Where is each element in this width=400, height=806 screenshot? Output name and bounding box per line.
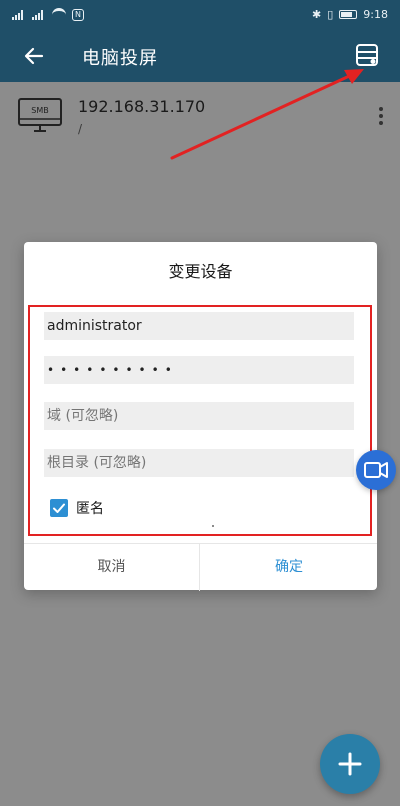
domain-field[interactable] bbox=[44, 402, 354, 430]
anonymous-label: 匿名 bbox=[76, 501, 104, 517]
battery-icon bbox=[339, 10, 358, 19]
status-bar: N ✱ ▯ 9:18 bbox=[0, 0, 400, 30]
video-camera-icon bbox=[364, 462, 388, 478]
plus-icon bbox=[338, 752, 362, 776]
more-vert-icon[interactable] bbox=[376, 104, 386, 128]
device-path: / bbox=[78, 122, 83, 136]
password-field[interactable] bbox=[44, 356, 354, 384]
signal-icon-2 bbox=[32, 9, 46, 20]
root-directory-field[interactable] bbox=[44, 449, 354, 477]
confirm-button[interactable]: 确定 bbox=[201, 544, 377, 591]
app-bar: 电脑投屏 bbox=[0, 30, 400, 82]
nfc-icon: N bbox=[72, 8, 84, 21]
device-list-item[interactable]: SMB 192.168.31.170 / bbox=[0, 82, 400, 152]
dialog-buttons: 取消 确定 bbox=[24, 543, 377, 591]
smb-monitor-icon: SMB bbox=[18, 98, 62, 132]
vibrate-icon: ▯ bbox=[327, 8, 334, 21]
status-bar-left: N bbox=[12, 8, 84, 21]
cancel-button[interactable]: 取消 bbox=[24, 544, 200, 591]
status-bar-right: ✱ ▯ 9:18 bbox=[312, 8, 388, 21]
device-host: 192.168.31.170 bbox=[78, 97, 206, 116]
change-device-dialog: 变更设备 匿名 取消 确定 bbox=[24, 242, 377, 591]
smb-label: SMB bbox=[31, 106, 48, 115]
signal-icon bbox=[12, 9, 26, 20]
username-field[interactable] bbox=[44, 312, 354, 340]
wifi-icon bbox=[52, 8, 66, 21]
dialog-title: 变更设备 bbox=[168, 262, 233, 281]
page-title: 电脑投屏 bbox=[82, 48, 158, 69]
check-icon bbox=[53, 503, 65, 513]
anonymous-option[interactable]: 匿名 bbox=[50, 498, 104, 518]
add-device-button[interactable] bbox=[320, 734, 380, 794]
floating-video-button[interactable] bbox=[356, 450, 396, 490]
bluetooth-icon: ✱ bbox=[312, 8, 322, 21]
arrow-left-icon[interactable] bbox=[20, 42, 48, 70]
stray-dot bbox=[212, 525, 214, 527]
anonymous-checkbox[interactable] bbox=[50, 499, 68, 517]
server-icon[interactable] bbox=[354, 42, 380, 68]
status-time: 9:18 bbox=[363, 8, 388, 21]
